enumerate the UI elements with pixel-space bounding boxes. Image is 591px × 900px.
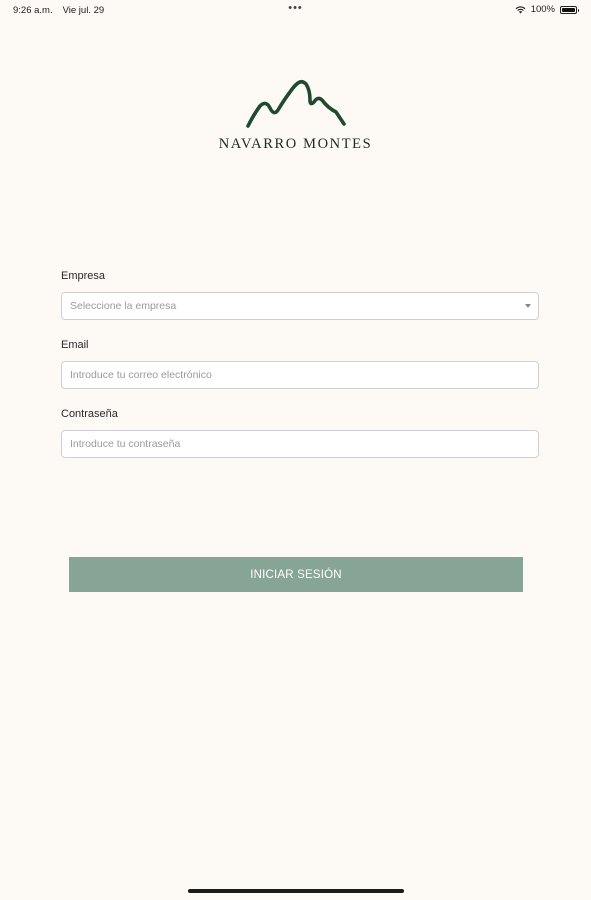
brand-logo: NAVARRO MONTES xyxy=(0,74,591,153)
battery-icon xyxy=(560,5,579,14)
login-form: Empresa Seleccione la empresa Email Cont… xyxy=(61,270,539,477)
wifi-icon xyxy=(515,5,526,14)
email-field-wrapper xyxy=(61,361,539,389)
email-label: Email xyxy=(61,339,89,351)
login-button[interactable]: INICIAR SESIÓN xyxy=(69,557,523,592)
brand-name: NAVARRO MONTES xyxy=(218,136,373,152)
status-right: 100% xyxy=(515,4,579,15)
status-time: 9:26 a.m. xyxy=(13,5,53,16)
status-bar: 9:26 a.m. Vie jul. 29 ••• 100% xyxy=(0,0,591,20)
company-label: Empresa xyxy=(61,270,106,282)
battery-percent: 100% xyxy=(530,4,555,15)
status-date: Vie jul. 29 xyxy=(62,5,105,16)
company-select-placeholder: Seleccione la empresa xyxy=(70,300,177,312)
password-label: Contraseña xyxy=(61,408,118,420)
password-field[interactable] xyxy=(62,431,538,457)
status-left: 9:26 a.m. Vie jul. 29 xyxy=(13,5,104,16)
battery-fill xyxy=(562,7,575,12)
chevron-down-icon xyxy=(525,304,531,308)
email-field[interactable] xyxy=(62,362,538,388)
password-field-wrapper xyxy=(61,430,539,458)
multitasking-dots[interactable]: ••• xyxy=(288,2,303,14)
home-indicator[interactable] xyxy=(188,889,404,893)
company-select[interactable]: Seleccione la empresa xyxy=(61,292,539,320)
mountain-logo-icon xyxy=(245,79,346,128)
